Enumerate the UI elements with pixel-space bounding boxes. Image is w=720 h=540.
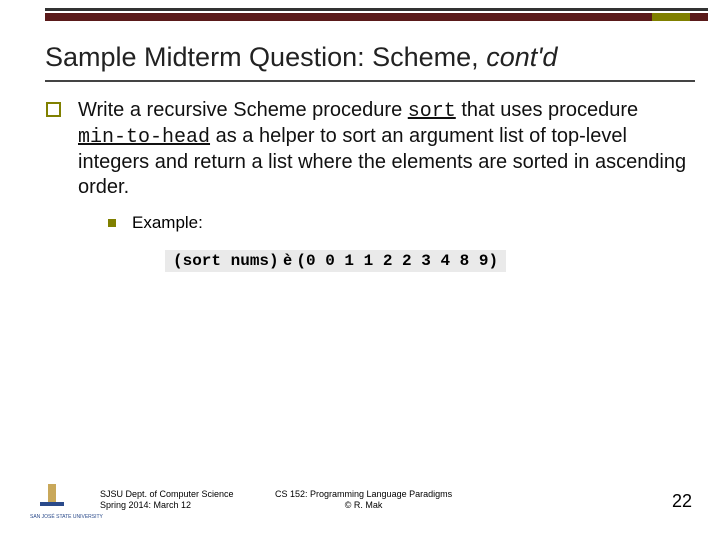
header-bar: [45, 8, 708, 22]
footer: SAN JOSÉ STATE UNIVERSITY SJSU Dept. of …: [0, 488, 720, 528]
footer-left: SJSU Dept. of Computer Science Spring 20…: [100, 489, 234, 512]
slide-title: Sample Midterm Question: Scheme, cont'd: [45, 42, 695, 73]
code-call: (sort nums): [173, 252, 279, 270]
footer-copyright: © R. Mak: [275, 500, 452, 512]
code-sort: sort: [408, 100, 456, 123]
bullet-square-icon: [46, 102, 61, 117]
code-result: (0 0 1 1 2 2 3 4 8 9): [296, 252, 498, 270]
header-line-thin: [45, 8, 708, 11]
logo-text: SAN JOSÉ STATE UNIVERSITY: [30, 515, 103, 520]
body-t1: Write a recursive Scheme procedure: [78, 99, 408, 121]
sub-bullet-square-icon: [108, 219, 116, 227]
footer-center: CS 152: Programming Language Paradigms ©…: [275, 489, 452, 512]
footer-date: Spring 2014: March 12: [100, 500, 234, 512]
header-line-thick: [45, 13, 708, 21]
title-italic: cont'd: [486, 42, 557, 72]
code-min-to-head: min-to-head: [78, 126, 210, 149]
footer-dept: SJSU Dept. of Computer Science: [100, 489, 234, 501]
arrow-icon: è: [279, 252, 297, 269]
footer-course: CS 152: Programming Language Paradigms: [275, 489, 452, 501]
title-underline: [45, 80, 695, 82]
page-number: 22: [672, 491, 692, 512]
sjsu-logo-icon: [38, 484, 66, 512]
example-label: Example:: [132, 213, 203, 233]
title-text: Sample Midterm Question: Scheme,: [45, 42, 486, 72]
body-paragraph: Write a recursive Scheme procedure sort …: [78, 98, 690, 200]
header-accent: [652, 13, 690, 21]
code-example: (sort nums) è (0 0 1 1 2 2 3 4 8 9): [165, 250, 506, 272]
body-t2: that uses procedure: [456, 99, 638, 121]
